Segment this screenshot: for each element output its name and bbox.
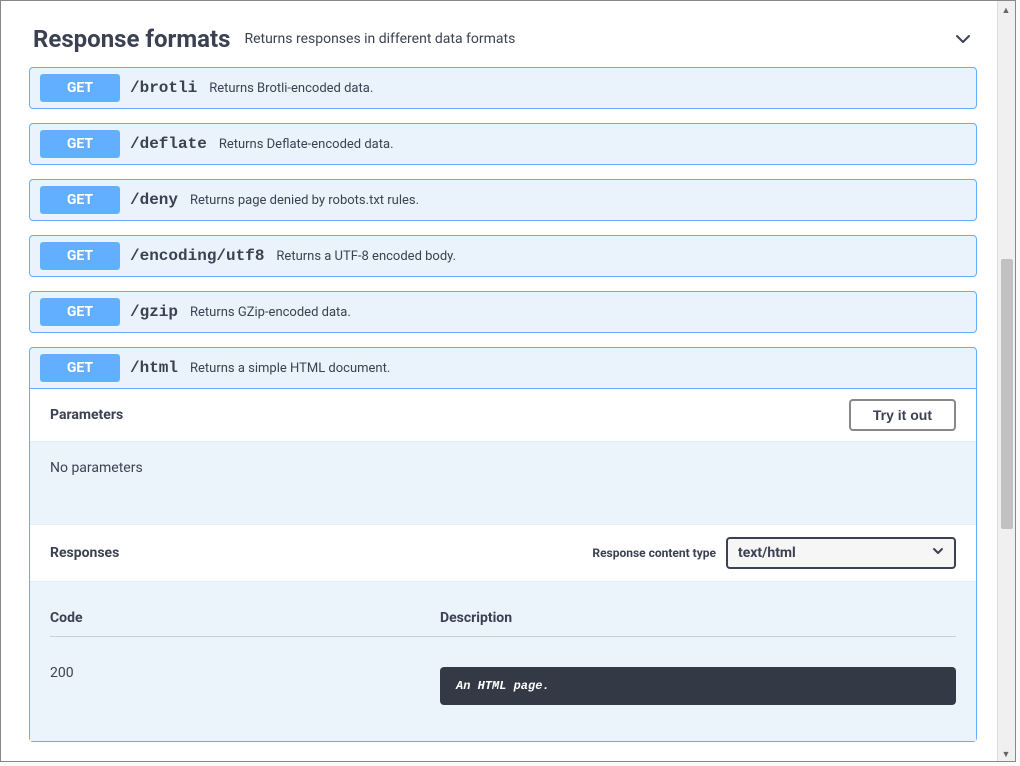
endpoint-html[interactable]: GET /html Returns a simple HTML document… [29, 347, 977, 742]
endpoint-details: Parameters Try it out No parameters Resp… [30, 388, 976, 741]
endpoint-description: Returns page denied by robots.txt rules. [190, 193, 419, 208]
method-badge: GET [40, 298, 120, 326]
api-doc-scroll-area[interactable]: Response formats Returns responses in di… [1, 1, 997, 761]
code-header: Code [50, 610, 440, 626]
endpoint-path: /gzip [130, 303, 178, 321]
responses-label: Responses [50, 545, 119, 561]
content-type-label: Response content type [592, 546, 716, 560]
content-type-value: text/html [738, 545, 796, 561]
endpoint-path: /deflate [130, 135, 207, 153]
endpoint-deny[interactable]: GET /deny Returns page denied by robots.… [29, 179, 977, 221]
scrollbar-thumb[interactable] [1001, 259, 1013, 529]
endpoint-description: Returns a simple HTML document. [190, 361, 390, 376]
scroll-up-arrow-icon[interactable]: ▲ [997, 1, 1015, 19]
content-type-select[interactable]: text/html [726, 537, 956, 569]
table-row: 200 An HTML page. [50, 665, 956, 705]
chevron-down-icon [932, 545, 944, 561]
method-badge: GET [40, 242, 120, 270]
response-code: 200 [50, 665, 440, 705]
scrollbar-track[interactable]: ▲ ▼ [997, 1, 1015, 762]
endpoint-gzip[interactable]: GET /gzip Returns GZip-encoded data. [29, 291, 977, 333]
chevron-down-icon[interactable] [953, 29, 973, 49]
responses-header: Responses Response content type text/htm… [30, 524, 976, 582]
description-header: Description [440, 610, 956, 626]
no-parameters-text: No parameters [50, 460, 143, 476]
endpoint-path: /brotli [130, 79, 197, 97]
endpoint-deflate[interactable]: GET /deflate Returns Deflate-encoded dat… [29, 123, 977, 165]
endpoint-path: /deny [130, 191, 178, 209]
endpoint-description: Returns GZip-encoded data. [190, 305, 351, 320]
responses-table: Code Description 200 An HTML page. [30, 582, 976, 741]
endpoint-description: Returns Brotli-encoded data. [209, 81, 373, 96]
method-badge: GET [40, 186, 120, 214]
response-example: An HTML page. [440, 667, 956, 705]
method-badge: GET [40, 74, 120, 102]
parameters-body: No parameters [30, 442, 976, 524]
endpoint-path: /html [130, 359, 178, 377]
endpoint-description: Returns Deflate-encoded data. [219, 137, 394, 152]
section-title: Response formats [33, 25, 230, 53]
scroll-down-arrow-icon[interactable]: ▼ [997, 745, 1015, 762]
section-header[interactable]: Response formats Returns responses in di… [29, 1, 977, 67]
method-badge: GET [40, 130, 120, 158]
endpoint-brotli[interactable]: GET /brotli Returns Brotli-encoded data. [29, 67, 977, 109]
method-badge: GET [40, 354, 120, 382]
section-description: Returns responses in different data form… [244, 31, 953, 47]
endpoint-path: /encoding/utf8 [130, 247, 264, 265]
try-it-out-button[interactable]: Try it out [849, 399, 956, 431]
responses-table-header: Code Description [50, 610, 956, 637]
endpoint-description: Returns a UTF-8 encoded body. [276, 249, 456, 264]
parameters-header: Parameters Try it out [30, 389, 976, 442]
endpoint-encoding-utf8[interactable]: GET /encoding/utf8 Returns a UTF-8 encod… [29, 235, 977, 277]
parameters-label: Parameters [50, 407, 123, 423]
